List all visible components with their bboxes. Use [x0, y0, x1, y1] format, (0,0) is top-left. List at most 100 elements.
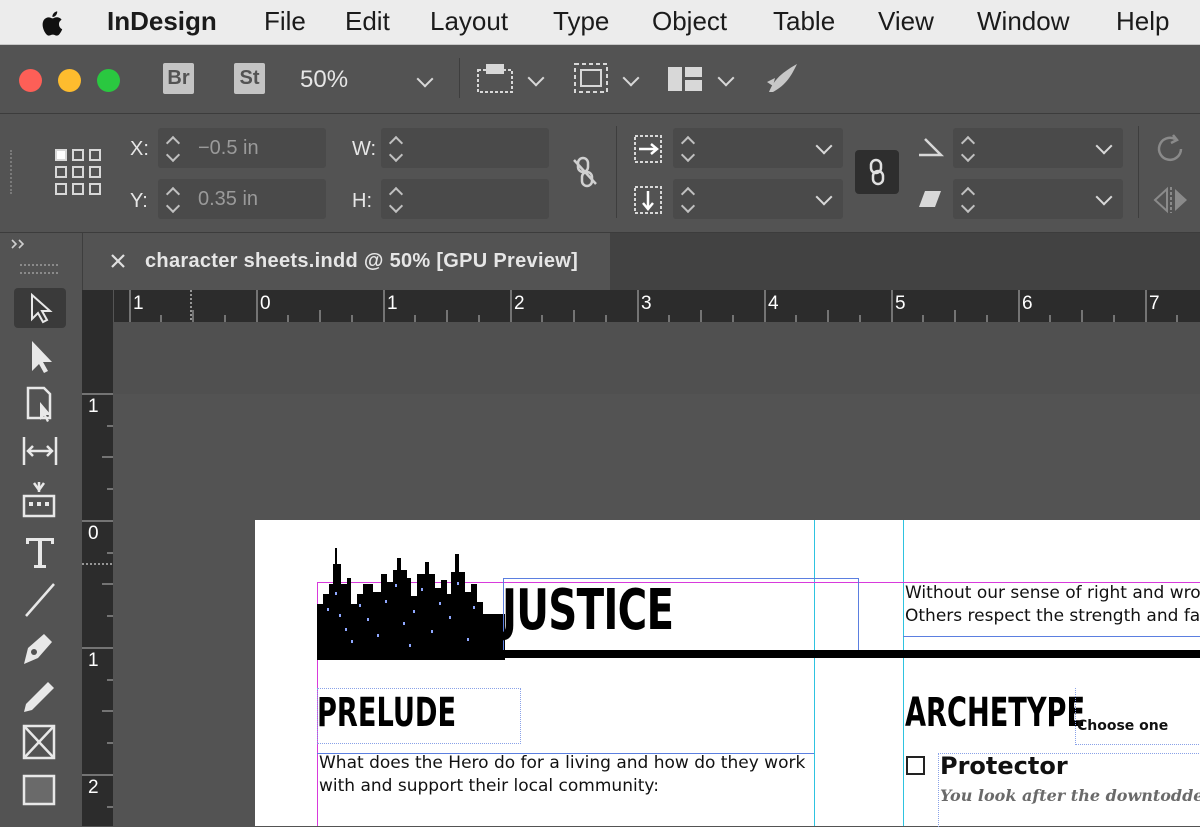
scale-y-icon[interactable] — [633, 185, 663, 215]
ruler-label: 1 — [133, 293, 144, 314]
rotate-angle-icon[interactable] — [915, 135, 945, 159]
ruler-label: 6 — [1022, 293, 1033, 314]
h-stepper[interactable] — [385, 181, 407, 217]
stock-button[interactable]: St — [234, 63, 265, 94]
frame-fit-icon[interactable] — [573, 62, 609, 94]
ruler-label: 2 — [514, 293, 525, 314]
column-guide[interactable] — [903, 520, 904, 826]
menu-file[interactable]: File — [264, 6, 306, 37]
ruler-label: 3 — [641, 293, 652, 314]
ruler-label: 7 — [1149, 293, 1160, 314]
ruler-label: 1 — [88, 396, 99, 417]
apple-icon[interactable] — [40, 9, 68, 37]
menu-help[interactable]: Help — [1116, 6, 1169, 37]
scale-x-stepper[interactable] — [677, 130, 699, 166]
pasteboard-top — [113, 322, 1200, 394]
rectangle-frame-tool-icon[interactable] — [14, 722, 66, 762]
panel-grip[interactable] — [10, 150, 18, 194]
w-label: W: — [352, 138, 377, 160]
bridge-button[interactable]: Br — [163, 63, 194, 94]
menu-view[interactable]: View — [878, 6, 934, 37]
horizontal-ruler-ticks — [129, 290, 1178, 322]
grid-icon[interactable] — [476, 62, 516, 94]
menu-table[interactable]: Table — [773, 6, 835, 37]
pencil-tool-icon[interactable] — [14, 676, 66, 716]
chain-button[interactable] — [855, 150, 899, 194]
shear-stepper[interactable] — [957, 181, 979, 217]
publish-icon[interactable] — [765, 60, 801, 96]
direct-selection-tool-icon[interactable] — [14, 337, 66, 377]
prelude-line-2[interactable]: with and support their local community: — [319, 776, 659, 796]
y-value: 0.35 in — [198, 188, 259, 210]
vertical-ruler[interactable]: 1 0 1 2 — [82, 322, 113, 826]
close-window-button[interactable] — [19, 69, 42, 92]
h-label: H: — [352, 190, 372, 212]
rotate-icon[interactable] — [1153, 133, 1189, 165]
column-guide[interactable] — [814, 520, 815, 826]
title-rule — [461, 650, 1200, 658]
menu-bar: InDesign File Edit Layout Type Object Ta… — [0, 0, 1200, 45]
expand-panel-icon[interactable] — [10, 238, 30, 250]
x-value: −0.5 in — [198, 137, 259, 159]
ruler-origin[interactable] — [82, 290, 114, 322]
shear-icon[interactable] — [915, 187, 945, 211]
menu-type[interactable]: Type — [553, 6, 609, 37]
rotate-stepper[interactable] — [957, 130, 979, 166]
document-tab-title: character sheets.indd @ 50% [GPU Preview… — [145, 250, 579, 272]
flip-icon[interactable] — [1153, 185, 1189, 215]
rectangle-tool-icon[interactable] — [14, 770, 66, 810]
ruler-label: 0 — [260, 293, 271, 314]
chain-icon — [869, 158, 885, 186]
type-tool-icon[interactable] — [14, 532, 66, 572]
menu-object[interactable]: Object — [652, 6, 727, 37]
scale-x-icon[interactable] — [633, 134, 663, 164]
zoom-level[interactable]: 50% — [300, 66, 348, 94]
w-stepper[interactable] — [385, 130, 407, 166]
option-description[interactable]: You look after the downtodden an — [940, 786, 1200, 805]
y-label: Y: — [130, 190, 148, 212]
layout-icon[interactable] — [667, 66, 703, 92]
close-icon[interactable] — [110, 253, 126, 269]
archetype-heading[interactable]: ARCHETYPE — [905, 690, 1085, 736]
document-page[interactable]: JUSTICE Without our sense of right and w… — [255, 520, 1200, 827]
prelude-line-1[interactable]: What does the Hero do for a living and h… — [319, 753, 805, 773]
constrain-icon[interactable] — [570, 154, 600, 190]
pen-tool-icon[interactable] — [14, 628, 66, 668]
archetype-hint-frame[interactable] — [1075, 688, 1200, 745]
selection-tool-icon — [31, 292, 53, 324]
ruler-label: 2 — [88, 777, 99, 798]
protector-checkbox[interactable] — [906, 756, 925, 775]
menu-window[interactable]: Window — [977, 6, 1069, 37]
reference-point-icon[interactable] — [53, 147, 105, 197]
horizontal-ruler[interactable]: 1 0 1 2 3 4 5 6 7 — [82, 290, 1200, 322]
scale-y-stepper[interactable] — [677, 181, 699, 217]
intro-line-2[interactable]: Others respect the strength and fair — [905, 606, 1200, 626]
line-tool-icon[interactable] — [14, 580, 66, 620]
panel-grip[interactable] — [20, 264, 58, 274]
ruler-label: 5 — [895, 293, 906, 314]
menu-layout[interactable]: Layout — [430, 6, 508, 37]
ruler-label: 4 — [768, 293, 779, 314]
archetype-hint[interactable]: Choose one — [1077, 718, 1168, 734]
intro-line-1[interactable]: Without our sense of right and wron — [905, 583, 1200, 603]
divider — [1138, 126, 1139, 218]
zoom-window-button[interactable] — [97, 69, 120, 92]
city-skyline-image[interactable] — [317, 544, 505, 660]
content-collector-icon[interactable] — [14, 480, 66, 520]
x-label: X: — [130, 138, 149, 160]
menu-app-name[interactable]: InDesign — [107, 6, 217, 37]
page-title[interactable]: JUSTICE — [502, 578, 674, 643]
selection-tool[interactable] — [14, 288, 66, 328]
y-stepper[interactable] — [162, 181, 184, 217]
page-tool-icon[interactable] — [14, 384, 66, 424]
divider — [459, 58, 460, 98]
x-stepper[interactable] — [162, 130, 184, 166]
menu-edit[interactable]: Edit — [345, 6, 390, 37]
ruler-label: 1 — [387, 293, 398, 314]
minimize-window-button[interactable] — [58, 69, 81, 92]
option-title[interactable]: Protector — [940, 752, 1068, 780]
divider — [616, 126, 617, 218]
ruler-label: 1 — [88, 650, 99, 671]
gap-tool-icon[interactable] — [14, 431, 66, 471]
prelude-heading[interactable]: PRELUDE — [317, 690, 456, 736]
